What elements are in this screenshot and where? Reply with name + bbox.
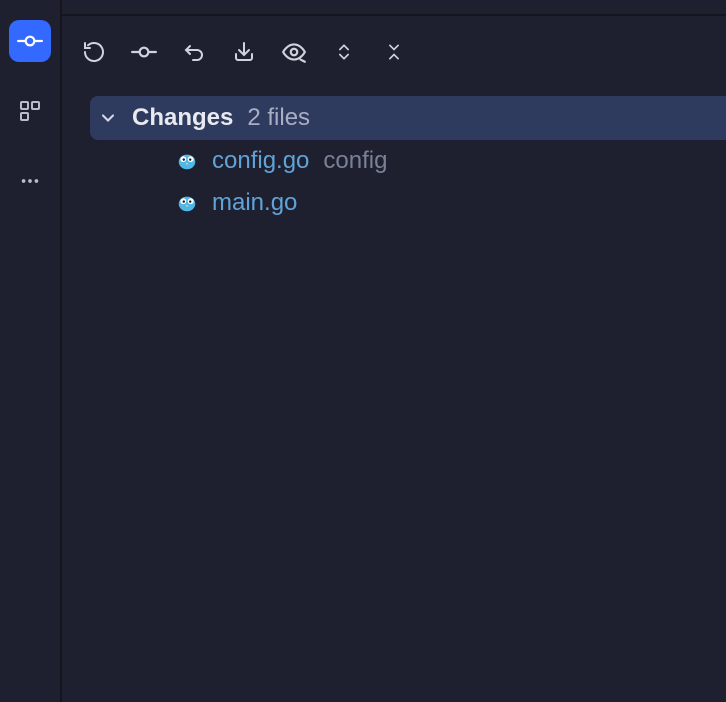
undo-button[interactable] <box>180 38 208 66</box>
expand-collapse-button[interactable] <box>330 38 358 66</box>
file-row[interactable]: main.go <box>90 182 726 224</box>
close-group-button[interactable] <box>380 38 408 66</box>
close-group-icon <box>384 40 404 64</box>
file-name: main.go <box>212 189 297 217</box>
stash-icon <box>232 40 256 64</box>
panel-top-border <box>62 0 726 16</box>
changes-label: Changes <box>132 104 233 132</box>
go-file-icon <box>176 192 198 214</box>
apps-icon <box>18 99 42 123</box>
main-panel: Changes 2 files config.go config <box>62 0 726 702</box>
preview-icon <box>281 39 307 65</box>
go-file-icon <box>176 150 198 172</box>
toolbar <box>62 16 726 88</box>
preview-button[interactable] <box>280 38 308 66</box>
rail-apps-button[interactable] <box>9 90 51 132</box>
changes-count: 2 files <box>247 104 310 132</box>
file-row[interactable]: config.go config <box>90 140 726 182</box>
changes-header[interactable]: Changes 2 files <box>90 96 726 140</box>
file-name: config.go <box>212 147 309 175</box>
commit-node-icon <box>131 39 157 65</box>
commit-icon <box>17 28 43 54</box>
stash-button[interactable] <box>230 38 258 66</box>
rail-more-button[interactable] <box>9 160 51 202</box>
expand-collapse-icon <box>334 40 354 64</box>
undo-icon <box>182 40 206 64</box>
refresh-button[interactable] <box>80 38 108 66</box>
file-dir: config <box>323 147 387 175</box>
commit-node-button[interactable] <box>130 38 158 66</box>
more-icon <box>19 170 41 192</box>
rail-commit-button[interactable] <box>9 20 51 62</box>
chevron-down-icon <box>98 108 118 128</box>
changes-tree: Changes 2 files config.go config <box>62 88 726 702</box>
left-rail <box>0 0 62 702</box>
refresh-icon <box>82 40 106 64</box>
